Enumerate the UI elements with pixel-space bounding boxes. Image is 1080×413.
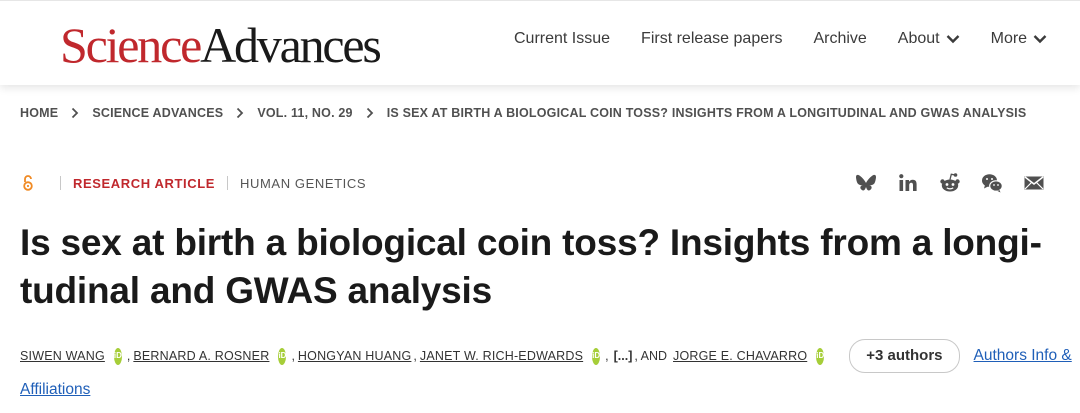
breadcrumb-current-article: IS SEX AT BIRTH A BIOLOGICAL COIN TOSS? … <box>386 106 1027 120</box>
chevron-down-icon <box>946 35 959 44</box>
science-advances-logo[interactable]: ScienceAdvances <box>60 15 382 75</box>
logo-science-text: Science <box>60 17 202 73</box>
author-link[interactable]: HONGYAN HUANG <box>298 345 412 367</box>
nav-label: Current Issue <box>514 30 611 47</box>
author-separator: , <box>291 349 295 363</box>
wechat-icon[interactable] <box>980 171 1004 195</box>
author-link[interactable]: JORGE E. CHAVARRO <box>673 345 807 367</box>
article-meta: RESEARCH ARTICLE HUMAN GENETICS <box>22 174 366 192</box>
nav-first-release-papers[interactable]: First release papers <box>641 30 782 48</box>
chevron-right-icon <box>366 107 373 119</box>
more-authors-button[interactable]: +3 authors <box>849 339 960 373</box>
author-link[interactable]: JANET W. RICH-EDWARDS <box>420 345 583 367</box>
open-access-icon <box>23 175 33 191</box>
email-icon[interactable] <box>1022 171 1046 195</box>
orcid-icon[interactable]: iD <box>278 347 287 365</box>
author-link[interactable]: BERNARD A. ROSNER <box>133 345 269 367</box>
nav-label: Archive <box>813 30 867 47</box>
nav-label: More <box>990 30 1028 47</box>
authors-ellipsis[interactable]: [...] <box>614 345 633 367</box>
author-and: , AND <box>634 349 668 363</box>
orcid-icon[interactable]: iD <box>592 347 601 365</box>
author-separator: , <box>605 349 609 363</box>
author-list: SIWEN WANG iD , BERNARD A. ROSNER iD , H… <box>20 339 1072 401</box>
meta-divider <box>227 176 229 190</box>
nav-label: First release papers <box>641 30 783 47</box>
orcid-icon[interactable]: iD <box>113 347 122 365</box>
nav-current-issue[interactable]: Current Issue <box>514 30 610 48</box>
article-title: Is sex at birth a biological coin toss? … <box>20 222 1042 311</box>
article-subject[interactable]: HUMAN GENETICS <box>240 176 366 191</box>
authors-info-link[interactable]: Authors Info & <box>974 345 1072 367</box>
breadcrumb-issue[interactable]: VOL. 11, NO. 29 <box>257 106 352 120</box>
breadcrumb-journal[interactable]: SCIENCE ADVANCES <box>92 106 223 120</box>
article-type: RESEARCH ARTICLE <box>73 175 216 191</box>
nav-archive[interactable]: Archive <box>813 30 866 48</box>
author-link[interactable]: SIWEN WANG <box>20 345 105 367</box>
meta-divider <box>60 176 61 190</box>
nav-more[interactable]: More <box>991 30 1047 48</box>
logo-advances-text: Advances <box>200 17 382 73</box>
orcid-icon[interactable]: iD <box>816 347 825 365</box>
author-separator: , <box>413 349 417 363</box>
breadcrumb: HOME SCIENCE ADVANCES VOL. 11, NO. 29 IS… <box>20 106 1026 120</box>
nav-about[interactable]: About <box>898 30 960 48</box>
share-toolbar <box>836 171 1046 195</box>
author-separator: , <box>126 349 131 363</box>
breadcrumb-home[interactable]: HOME <box>20 106 58 120</box>
bluesky-icon[interactable] <box>854 171 878 195</box>
chevron-down-icon <box>1033 35 1047 44</box>
linkedin-icon[interactable] <box>896 171 920 195</box>
authors-affiliations-link[interactable]: Affiliations <box>20 381 90 398</box>
main-nav: Current Issue First release papers Archi… <box>514 30 1047 48</box>
site-header: ScienceAdvances Current Issue First rele… <box>0 0 1080 85</box>
reddit-icon[interactable] <box>938 171 962 195</box>
nav-label: About <box>897 30 940 47</box>
chevron-right-icon <box>72 107 79 119</box>
chevron-right-icon <box>237 107 244 119</box>
